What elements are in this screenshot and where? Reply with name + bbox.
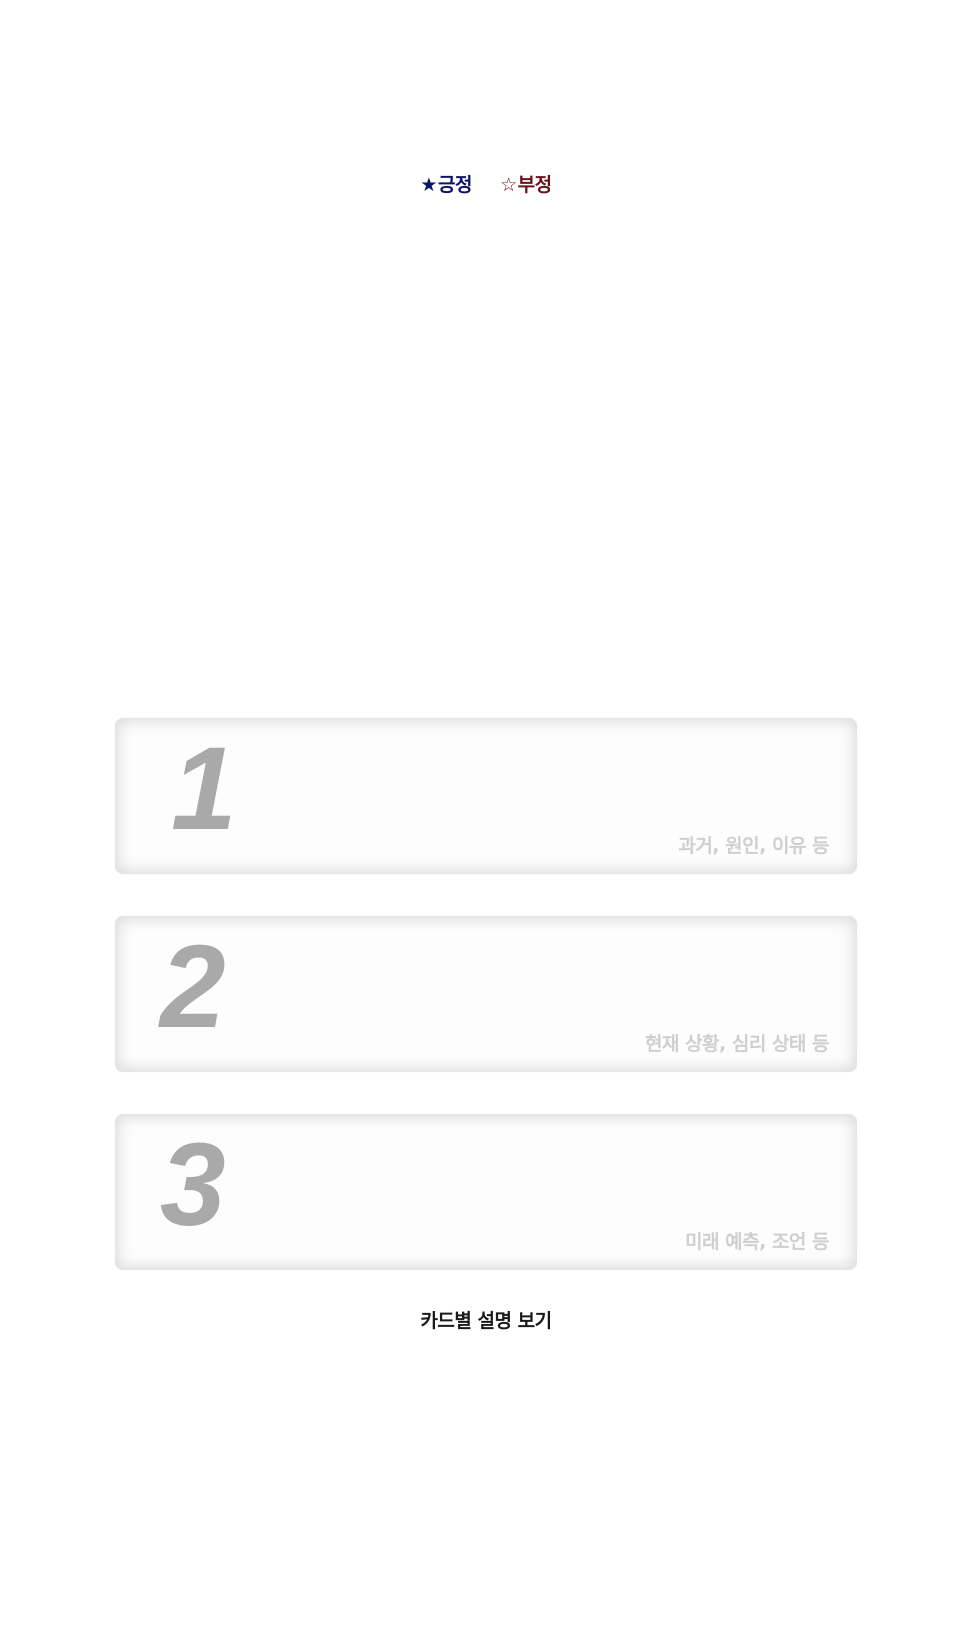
- card-description: 과거, 원인, 이유 등: [678, 835, 829, 857]
- legend-negative: ☆부정: [500, 170, 552, 197]
- card-description: 현재 상황, 심리 상태 등: [645, 1033, 830, 1055]
- legend-negative-label: 부정: [517, 174, 552, 196]
- card-slot-1[interactable]: 1 과거, 원인, 이유 등: [115, 718, 857, 874]
- outline-star-icon: ☆: [500, 174, 517, 196]
- card-number: 3: [160, 1119, 226, 1251]
- card-number: 1: [171, 723, 237, 855]
- card-number: 2: [160, 921, 226, 1053]
- legend: ★긍정 ☆부정: [0, 170, 972, 197]
- card-slots: 1 과거, 원인, 이유 등 2 현재 상황, 심리 상태 등 3 미래 예측,…: [115, 718, 857, 1312]
- legend-positive: ★긍정: [420, 170, 472, 197]
- card-description: 미래 예측, 조언 등: [685, 1231, 829, 1253]
- view-card-descriptions-button[interactable]: 카드별 설명 보기: [0, 1306, 972, 1333]
- card-slot-2[interactable]: 2 현재 상황, 심리 상태 등: [115, 916, 857, 1072]
- filled-star-icon: ★: [420, 174, 437, 196]
- legend-positive-label: 긍정: [437, 174, 472, 196]
- card-slot-3[interactable]: 3 미래 예측, 조언 등: [115, 1114, 857, 1270]
